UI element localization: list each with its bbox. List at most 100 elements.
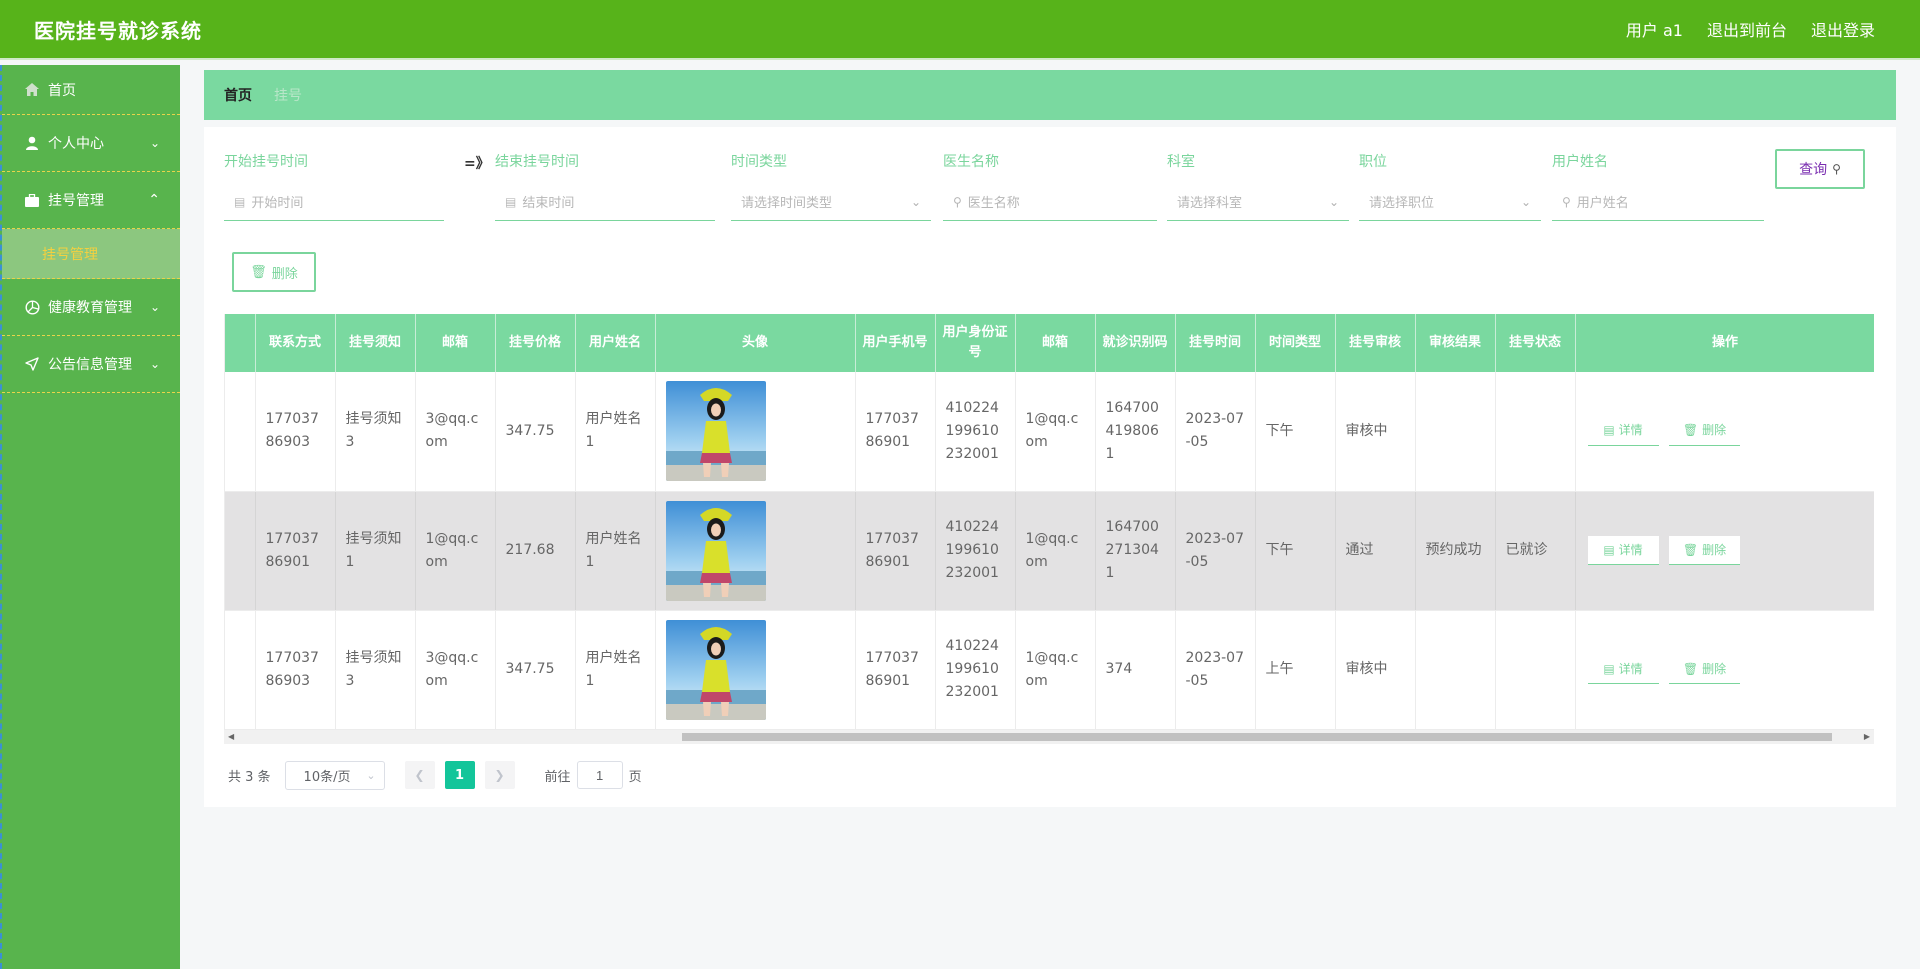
total-count: 共 3 条 xyxy=(228,769,271,785)
exit-to-frontend-link[interactable]: 退出到前台 xyxy=(1707,17,1787,41)
cell-phone: 17703786901 xyxy=(855,610,936,730)
horizontal-scrollbar[interactable]: ◀ ▶ xyxy=(224,730,1874,744)
select-column-header[interactable] xyxy=(225,314,256,372)
filter-username: 用户姓名 ⚲ 用户姓名 xyxy=(1552,149,1764,221)
input-placeholder: 用户姓名 xyxy=(1576,196,1629,211)
cell-price: 347.75 xyxy=(495,372,576,492)
cell-result xyxy=(1415,610,1496,730)
cell-price: 217.68 xyxy=(495,491,576,611)
doctor-name-input[interactable]: ⚲ 医生名称 xyxy=(943,183,1157,221)
trash-icon: 🗑 xyxy=(250,264,267,280)
detail-button-label: 详情 xyxy=(1618,661,1643,676)
bulk-delete-button[interactable]: 🗑 删除 xyxy=(232,252,316,292)
cell-phone: 17703786901 xyxy=(855,491,936,611)
cell-contact: 17703786903 xyxy=(255,610,336,730)
cell-visit-code: 1647002713041 xyxy=(1095,491,1176,611)
cell-time-type: 下午 xyxy=(1255,491,1336,611)
scroll-left-icon[interactable]: ◀ xyxy=(228,730,234,744)
column-header: 用户手机号 xyxy=(855,314,936,372)
logout-link[interactable]: 退出登录 xyxy=(1811,17,1875,41)
cell-email2: 1@qq.com xyxy=(1015,610,1096,730)
table-row[interactable]: 17703786903 挂号须知3 3@qq.com 347.75 用户姓名1 xyxy=(225,610,1874,730)
delete-button[interactable]: 🗑 删除 xyxy=(1668,417,1740,446)
username-input[interactable]: ⚲ 用户姓名 xyxy=(1552,183,1764,221)
chevron-down-icon: ⌄ xyxy=(149,136,160,150)
calendar-icon: ▤ xyxy=(234,194,246,209)
row-select-cell[interactable] xyxy=(225,610,256,730)
cell-result: 预约成功 xyxy=(1415,491,1496,611)
column-header: 用户姓名 xyxy=(575,314,656,372)
delete-button[interactable]: 🗑 删除 xyxy=(1668,536,1740,565)
end-time-input[interactable]: ▤ 结束时间 xyxy=(495,183,715,221)
trash-icon: 🗑 xyxy=(1682,661,1699,676)
main-panel: 开始挂号时间 ▤ 开始时间 =》 结束挂号时间 ▤ 结束时间 时间类型 请选择时… xyxy=(204,127,1896,807)
start-time-input[interactable]: ▤ 开始时间 xyxy=(224,183,444,221)
page-number-active[interactable]: 1 xyxy=(444,761,475,789)
sidebar-item-label: 挂号管理 xyxy=(48,193,104,209)
chevron-down-icon: ⌄ xyxy=(910,194,921,209)
chevron-up-icon: ⌃ xyxy=(148,192,160,208)
page-size-select[interactable]: 10条/页 ⌄ xyxy=(284,760,385,790)
filter-label: 时间类型 xyxy=(731,154,787,170)
cell-visit-code: 374 xyxy=(1095,610,1176,730)
prev-page-button[interactable]: ❮ xyxy=(404,761,435,789)
delete-button-label: 删除 xyxy=(1702,661,1727,676)
sidebar-item-announcement[interactable]: 公告信息管理 ⌄ xyxy=(2,336,180,393)
filter-label: 科室 xyxy=(1167,154,1195,170)
next-page-button[interactable]: ❯ xyxy=(484,761,515,789)
scroll-right-icon[interactable]: ▶ xyxy=(1864,730,1870,744)
cell-time: 2023-07-05 xyxy=(1175,610,1256,730)
avatar xyxy=(665,619,766,720)
avatar xyxy=(665,381,766,482)
sidebar-subitem-registration[interactable]: 挂号管理 xyxy=(2,229,180,279)
cell-username: 用户姓名1 xyxy=(575,610,656,730)
trash-icon: 🗑 xyxy=(1682,423,1699,438)
column-header: 邮箱 xyxy=(415,314,496,372)
search-button[interactable]: 查询 ⚲ xyxy=(1775,149,1865,189)
detail-button[interactable]: ▤ 详情 xyxy=(1587,417,1659,446)
user-icon xyxy=(24,135,40,151)
detail-button[interactable]: ▤ 详情 xyxy=(1587,536,1659,565)
row-select-cell[interactable] xyxy=(225,491,256,611)
position-select[interactable]: 请选择职位 ⌄ xyxy=(1359,183,1541,221)
table-row[interactable]: 17703786901 挂号须知1 1@qq.com 217.68 用户姓名1 xyxy=(225,491,1874,611)
sidebar-item-registration-management[interactable]: 挂号管理 ⌃ xyxy=(2,172,180,229)
cell-idcard: 410224199610232001 xyxy=(935,610,1016,730)
document-icon: ▤ xyxy=(1603,423,1615,438)
sidebar-item-health-education[interactable]: 健康教育管理 ⌄ xyxy=(2,279,180,336)
cell-notice: 挂号须知3 xyxy=(335,610,416,730)
scrollbar-thumb[interactable] xyxy=(682,733,1832,741)
filter-position: 职位 请选择职位 ⌄ xyxy=(1359,149,1541,221)
cell-contact: 17703786903 xyxy=(255,372,336,492)
range-separator: =》 xyxy=(464,156,490,172)
time-type-select[interactable]: 请选择时间类型 ⌄ xyxy=(731,183,931,221)
column-header: 挂号须知 xyxy=(335,314,416,372)
sidebar-item-personal-center[interactable]: 个人中心 ⌄ xyxy=(2,115,180,172)
detail-button[interactable]: ▤ 详情 xyxy=(1587,655,1659,684)
select-placeholder: 请选择科室 xyxy=(1177,196,1243,211)
sidebar-item-label: 健康教育管理 xyxy=(48,300,132,316)
input-placeholder: 结束时间 xyxy=(522,196,575,211)
goto-page-input[interactable] xyxy=(576,761,623,789)
row-select-cell[interactable] xyxy=(225,372,256,492)
department-select[interactable]: 请选择科室 ⌄ xyxy=(1167,183,1349,221)
filter-label: 结束挂号时间 xyxy=(495,154,579,170)
cell-username: 用户姓名1 xyxy=(575,372,656,492)
sidebar-item-label: 个人中心 xyxy=(48,136,104,152)
delete-button[interactable]: 🗑 删除 xyxy=(1668,655,1740,684)
goto-prefix: 前往 xyxy=(544,769,571,785)
page-size-value: 10条/页 xyxy=(303,769,351,785)
breadcrumb-home[interactable]: 首页 xyxy=(224,85,252,105)
column-header: 挂号状态 xyxy=(1495,314,1576,372)
cell-username: 用户姓名1 xyxy=(575,491,656,611)
cell-avatar xyxy=(655,610,856,730)
user-menu[interactable]: 用户 a1 xyxy=(1626,17,1683,41)
sidebar-item-label: 首页 xyxy=(48,82,76,99)
top-header: 医院挂号就诊系统 用户 a1 退出到前台 退出登录 xyxy=(0,0,1920,60)
table-row[interactable]: 17703786903 挂号须知3 3@qq.com 347.75 用户姓名1 xyxy=(225,372,1874,492)
avatar-photo-icon xyxy=(665,500,766,601)
cell-email: 3@qq.com xyxy=(415,610,496,730)
sidebar-item-home[interactable]: 首页 xyxy=(2,65,180,115)
home-icon xyxy=(24,82,40,98)
chevron-down-icon: ⌄ xyxy=(1328,194,1339,209)
